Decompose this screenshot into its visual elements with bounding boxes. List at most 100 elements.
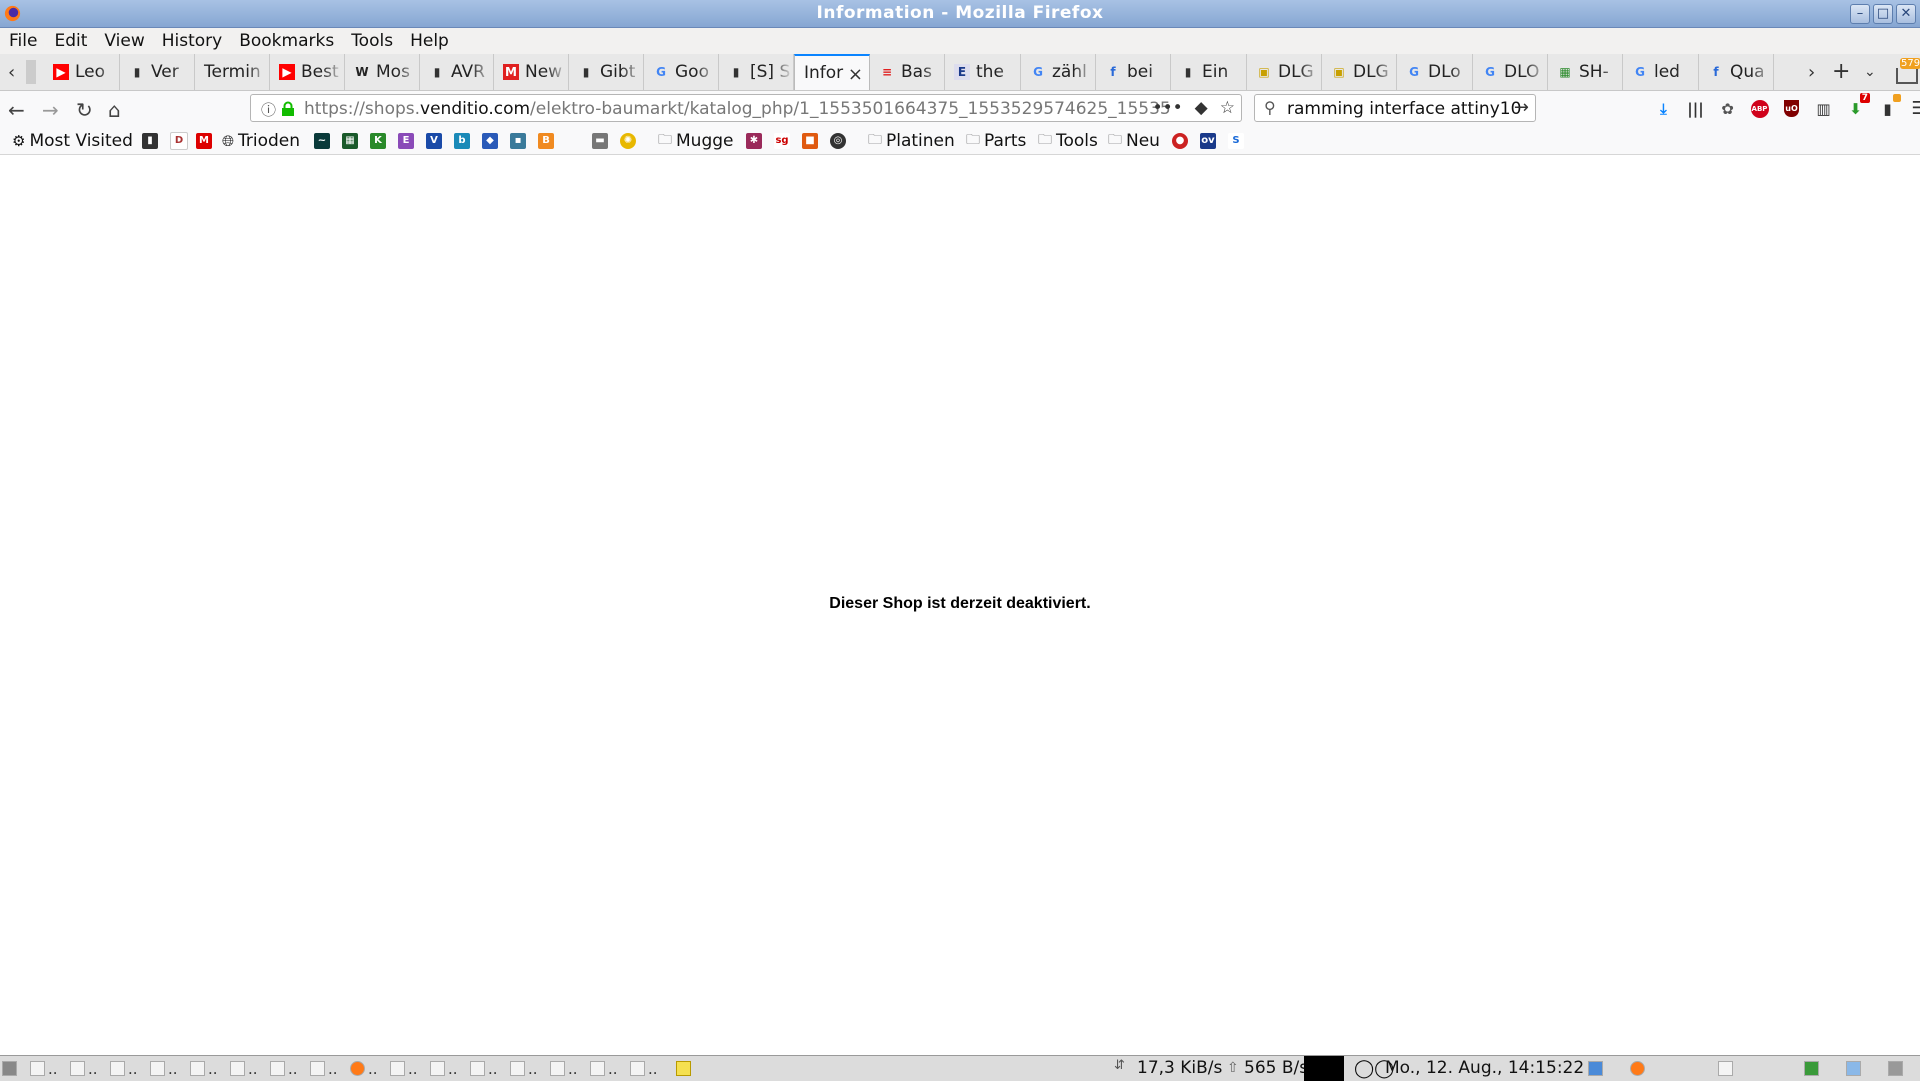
bookmark-icon-21[interactable]: S bbox=[1228, 130, 1244, 151]
bookmark-folder-parts[interactable]: 🗀︎ Parts bbox=[966, 130, 1026, 151]
taskbar-window-button[interactable]: .. bbox=[230, 1059, 258, 1078]
tab[interactable]: ≡ Bas bbox=[870, 54, 945, 90]
menu-view[interactable]: View bbox=[95, 31, 152, 51]
taskbar-window-button[interactable]: .. bbox=[150, 1059, 178, 1078]
new-tab-icon[interactable]: + bbox=[1832, 59, 1850, 84]
tab[interactable]: ▮ Ver bbox=[120, 54, 195, 90]
tab-active[interactable]: Infor × bbox=[794, 54, 870, 90]
taskbar-window-button[interactable]: .. bbox=[110, 1059, 138, 1078]
taskbar-window-button[interactable]: .. bbox=[430, 1059, 458, 1078]
back-icon[interactable]: ← bbox=[8, 98, 25, 122]
tab[interactable]: f Qua bbox=[1699, 54, 1774, 90]
bookmark-icon-15[interactable]: ✱ bbox=[746, 130, 762, 151]
taskbar-window-button[interactable]: .. bbox=[270, 1059, 298, 1078]
tab[interactable]: G DLO bbox=[1473, 54, 1548, 90]
taskbar-window-button[interactable]: .. bbox=[470, 1059, 498, 1078]
tab[interactable]: ▣ DLG bbox=[1247, 54, 1322, 90]
bookmark-folder-platinen[interactable]: 🗀︎ Platinen bbox=[868, 130, 955, 151]
adblock-icon[interactable]: ABP bbox=[1749, 98, 1770, 119]
tab[interactable]: G DLo bbox=[1397, 54, 1473, 90]
extension-badge-icon[interactable]: ▮ bbox=[1877, 94, 1901, 119]
bookmark-icon-6[interactable]: K bbox=[370, 130, 386, 151]
taskbar-window-button[interactable]: .. bbox=[630, 1059, 658, 1078]
tray-app-2[interactable] bbox=[1718, 1059, 1733, 1078]
scroll-tabs-right-icon[interactable]: › bbox=[1808, 62, 1815, 83]
info-icon[interactable]: ⓘ bbox=[261, 99, 276, 120]
maximize-button[interactable]: □ bbox=[1873, 4, 1893, 24]
tray-firefox[interactable] bbox=[1630, 1059, 1645, 1078]
url-bar[interactable]: ⓘ https://shops.venditio.com/elektro-bau… bbox=[250, 94, 1242, 122]
library-icon[interactable]: ||| bbox=[1685, 98, 1706, 119]
tab[interactable]: ▶ Best bbox=[270, 54, 345, 90]
reload-icon[interactable]: ↻ bbox=[76, 98, 93, 122]
taskbar-menu[interactable] bbox=[2, 1059, 17, 1078]
taskbar-window-button[interactable]: .. bbox=[310, 1059, 338, 1078]
tab[interactable]: Gzähl bbox=[1021, 54, 1096, 90]
pocket-icon[interactable]: ◆ bbox=[1195, 98, 1208, 118]
bookmark-icon-7[interactable]: E bbox=[398, 130, 414, 151]
home-icon[interactable]: ⌂ bbox=[108, 98, 121, 122]
bookmark-folder-mugge[interactable]: 🗀︎ Mugge bbox=[658, 130, 733, 151]
bookmark-icon-5[interactable]: ▦ bbox=[342, 130, 358, 151]
taskbar-window-button[interactable]: .. bbox=[190, 1059, 218, 1078]
sidebar-icon[interactable]: ▥ bbox=[1813, 98, 1834, 119]
bookmark-icon-11[interactable]: ▪ bbox=[510, 130, 526, 151]
bookmark-icon-19[interactable]: ● bbox=[1172, 130, 1188, 151]
clock[interactable]: Mo., 12. Aug., 14:15:22 bbox=[1385, 1058, 1584, 1078]
menu-help[interactable]: Help bbox=[401, 31, 457, 51]
tab[interactable]: G Goo bbox=[644, 54, 719, 90]
bookmark-icon-17[interactable]: ■ bbox=[802, 130, 818, 151]
tab[interactable]: ▮ AVR bbox=[420, 54, 494, 90]
hamburger-menu-icon[interactable]: ☰ bbox=[1909, 98, 1920, 119]
tab[interactable]: W Mos bbox=[345, 54, 420, 90]
tab[interactable]: ▣ DLG bbox=[1322, 54, 1397, 90]
tray-app-3[interactable] bbox=[1804, 1059, 1819, 1078]
taskbar-window-button[interactable]: .. bbox=[390, 1059, 418, 1078]
search-go-icon[interactable]: → bbox=[1514, 97, 1529, 118]
scroll-tabs-left-icon[interactable]: ‹ bbox=[8, 62, 15, 83]
page-actions-icon[interactable]: ••• bbox=[1153, 98, 1183, 118]
ublock-icon[interactable]: uO bbox=[1781, 98, 1802, 119]
taskbar-window-button[interactable]: .. bbox=[350, 1059, 378, 1078]
tab[interactable]: Gled bbox=[1623, 54, 1699, 90]
minimize-button[interactable]: – bbox=[1850, 4, 1870, 24]
bookmark-icon-8[interactable]: V bbox=[426, 130, 442, 151]
tab[interactable]: M New bbox=[494, 54, 569, 90]
bookmark-icon-12[interactable]: B bbox=[538, 130, 554, 151]
taskbar-window-button[interactable]: .. bbox=[550, 1059, 578, 1078]
tab[interactable]: ▮ Gibt bbox=[569, 54, 644, 90]
search-bar[interactable]: ⚲ ramming interface attiny10 → bbox=[1254, 94, 1536, 122]
bookmark-star-icon[interactable]: ☆ bbox=[1220, 98, 1235, 118]
menu-tools[interactable]: Tools bbox=[342, 31, 401, 51]
bookmark-icon-2[interactable]: D bbox=[170, 130, 188, 151]
taskbar-window-button[interactable]: .. bbox=[70, 1059, 98, 1078]
tab[interactable]: f bei bbox=[1096, 54, 1171, 90]
taskbar-window-button[interactable]: .. bbox=[30, 1059, 58, 1078]
url-text[interactable]: https://shops.venditio.com/elektro-bauma… bbox=[304, 99, 1172, 119]
menu-edit[interactable]: Edit bbox=[45, 31, 95, 51]
bookmark-icon-10[interactable]: ◆ bbox=[482, 130, 498, 151]
tab[interactable]: ▮ [S] S bbox=[719, 54, 794, 90]
tray-app-4[interactable] bbox=[1846, 1059, 1861, 1078]
menu-file[interactable]: File bbox=[0, 31, 45, 51]
close-button[interactable]: ✕ bbox=[1896, 4, 1916, 24]
bookmark-most-visited[interactable]: ⚙ Most Visited bbox=[12, 130, 133, 151]
menu-history[interactable]: History bbox=[153, 31, 230, 51]
tray-app-5[interactable] bbox=[1888, 1059, 1903, 1078]
tab[interactable]: Ethe bbox=[945, 54, 1021, 90]
search-input[interactable]: ramming interface attiny10 bbox=[1287, 99, 1521, 119]
bookmark-icon-18[interactable]: ◎ bbox=[830, 130, 846, 151]
menu-bookmarks[interactable]: Bookmarks bbox=[230, 31, 342, 51]
tab-counter[interactable]: 579 bbox=[1896, 58, 1920, 84]
bookmark-icon-9[interactable]: b bbox=[454, 130, 470, 151]
bookmark-folder-tools[interactable]: 🗀︎ Tools bbox=[1038, 130, 1098, 151]
bookmark-icon-20[interactable]: ov bbox=[1200, 130, 1216, 151]
bookmark-icon-3[interactable]: M bbox=[196, 130, 212, 151]
tab[interactable]: ▶ Leo bbox=[44, 54, 120, 90]
notification-extension-icon[interactable]: ⬇ 7 bbox=[1845, 93, 1870, 119]
bookmark-icon-13[interactable]: ▬ bbox=[592, 130, 608, 151]
bookmark-icon-1[interactable]: ▮ bbox=[142, 130, 158, 151]
bookmark-icon-14[interactable]: ✺ bbox=[620, 130, 636, 151]
close-tab-icon[interactable]: × bbox=[848, 64, 863, 85]
tab[interactable]: ▦ SH- bbox=[1548, 54, 1623, 90]
